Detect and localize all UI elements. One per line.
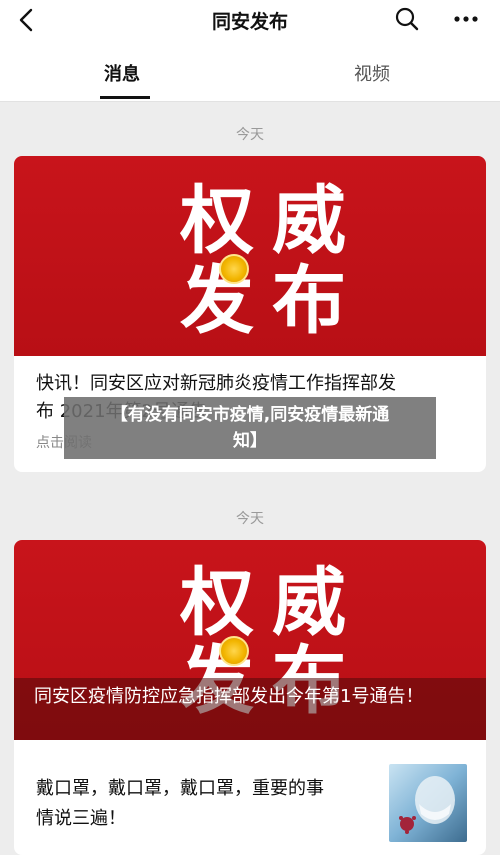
more-dots-icon[interactable] [452,6,480,32]
overlay-caption-line1: 【有没有同安市疫情,同安疫情最新通 [110,405,390,425]
sub-article-title-line2[interactable]: 情说三遍！ [36,804,126,834]
active-tab-indicator [100,96,150,99]
page-title: 同安发布 [211,11,288,33]
tab-videos[interactable]: 视频 [354,60,390,86]
emblem-icon [219,254,249,284]
banner-caption-text: 同安区疫情防控应急指挥部发出今年第1号通告！ [34,686,424,707]
mask-illustration-icon[interactable] [389,764,467,842]
article-title-line1: 快讯！同安区应对新冠肺炎疫情工作指挥部发 [36,373,396,394]
feed-date: 今天 [236,511,264,527]
banner-title-line2: 发布 [180,258,364,344]
search-icon[interactable] [394,6,420,32]
tab-bar: 消息 视频 [0,40,500,102]
banner-title-line1: 权威 [180,178,364,264]
banner-title-line1: 权威 [180,560,364,646]
feed-date: 今天 [236,127,264,143]
article-card[interactable]: 权威 发布 同安区疫情防控应急指挥部发出今年第1号通告！ 戴口罩，戴口罩，戴口罩… [14,540,486,855]
emblem-icon [219,636,249,666]
sub-article-title-line1[interactable]: 戴口罩，戴口罩，戴口罩，重要的事 [36,774,324,804]
article-banner[interactable]: 权威 发布 [14,156,486,356]
top-bar: 同安发布 [0,0,500,40]
overlay-caption: 【有没有同安市疫情,同安疫情最新通 知】 [64,397,436,459]
tab-messages[interactable]: 消息 [104,60,140,86]
banner-caption: 同安区疫情防控应急指挥部发出今年第1号通告！ [14,678,486,740]
overlay-caption-line2: 知】 [233,431,267,451]
article-banner[interactable]: 权威 发布 同安区疫情防控应急指挥部发出今年第1号通告！ [14,540,486,740]
